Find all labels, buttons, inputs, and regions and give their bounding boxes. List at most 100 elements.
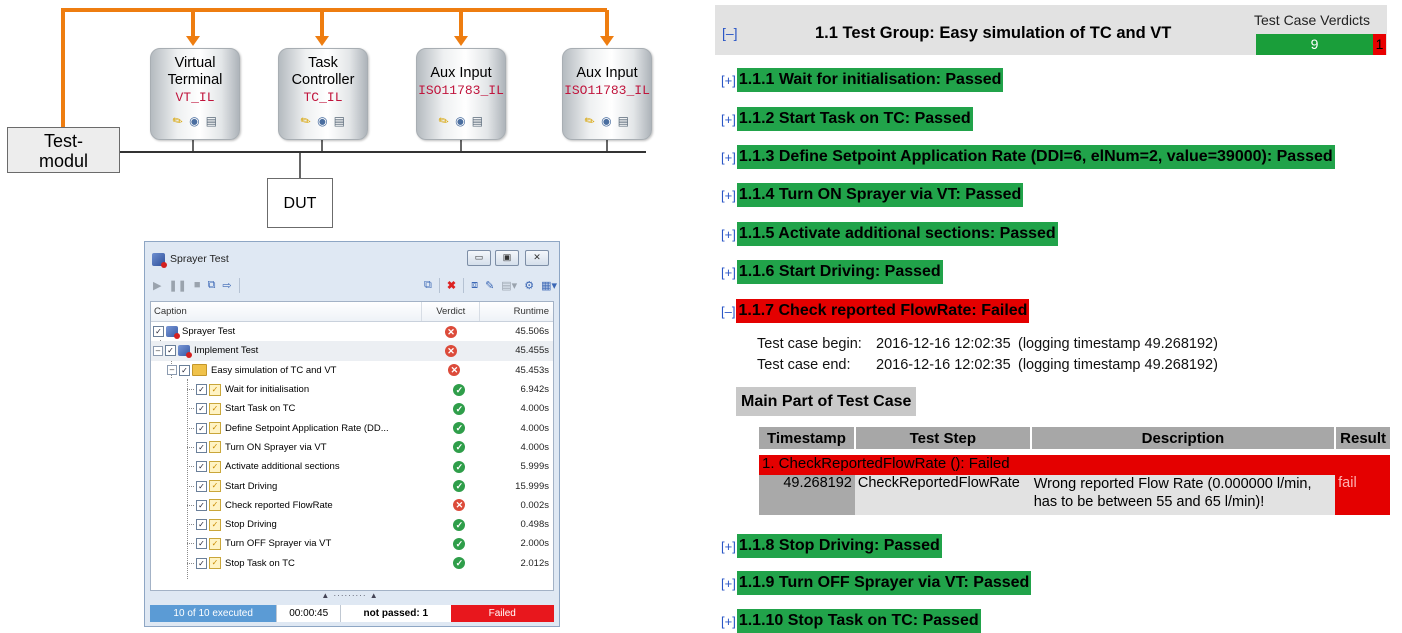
tree-row[interactable]: ✓ ✓ Wait for initialisation ✓ 6.942s xyxy=(151,380,553,399)
test-group-title: 1.1 Test Group: Easy simulation of TC an… xyxy=(815,24,1172,42)
header-result: Result xyxy=(1335,427,1390,449)
pencil-icon[interactable]: ✎ xyxy=(435,112,452,132)
expand-link[interactable]: [+] xyxy=(721,614,736,629)
options-icon[interactable]: ▦▾ xyxy=(541,279,557,292)
checkbox[interactable]: ✓ xyxy=(179,364,190,376)
copy-icon[interactable]: ⧈ xyxy=(471,279,478,292)
column-runtime[interactable]: Runtime xyxy=(480,302,553,321)
window-titlebar[interactable]: Sprayer Test xyxy=(152,251,229,268)
pencil-icon[interactable]: ✎ xyxy=(169,112,186,132)
splitter-handle[interactable]: ▲ ········· ▲ xyxy=(321,592,379,600)
collapse-link[interactable]: [–] xyxy=(721,304,735,319)
checkbox[interactable]: ✓ xyxy=(196,519,207,531)
maximize-button[interactable]: ▣ xyxy=(495,250,519,266)
tree-row[interactable]: ✓ ✓ Turn ON Sprayer via VT ✓ 4.000s xyxy=(151,438,553,457)
document-icon[interactable]: ▤ xyxy=(334,113,345,130)
checkbox[interactable]: ✓ xyxy=(196,441,207,453)
checkbox[interactable]: ✓ xyxy=(196,384,207,396)
document-icon[interactable]: ▤ xyxy=(472,113,483,130)
column-verdict[interactable]: Verdict xyxy=(422,302,481,321)
pencil-icon[interactable]: ✎ xyxy=(297,112,314,132)
disc-icon[interactable]: ◉ xyxy=(317,113,327,130)
edit-icon[interactable]: ✎ xyxy=(485,279,494,292)
next-icon[interactable]: ⇨ xyxy=(222,279,231,292)
disc-icon[interactable]: ◉ xyxy=(189,113,199,130)
collapse-group-link[interactable]: [–] xyxy=(722,25,738,41)
node-il-name: ISO11783_IL xyxy=(418,83,504,98)
checkbox[interactable]: ✓ xyxy=(165,345,176,357)
settings-icon[interactable]: ⚙ xyxy=(524,279,534,292)
checkbox[interactable]: ✓ xyxy=(196,538,207,550)
pencil-icon[interactable]: ✎ xyxy=(581,112,598,132)
checkbox[interactable]: ✓ xyxy=(196,480,207,492)
checkbox[interactable]: ✓ xyxy=(196,461,207,473)
row-caption: Turn OFF Sprayer via VT xyxy=(225,538,332,550)
fail-icon: ✕ xyxy=(444,325,457,338)
report-icon[interactable]: ▤▾ xyxy=(501,279,517,292)
stop-icon[interactable]: ■ xyxy=(194,279,201,291)
tree-row[interactable]: ✓ ✓ Activate additional sections ✓ 5.999s xyxy=(151,457,553,476)
row-runtime: 45.506s xyxy=(515,326,549,338)
test-case-icon: ✓ xyxy=(209,422,221,435)
verdict-summary-bar: 9 1 xyxy=(1256,34,1386,55)
step-result: fail xyxy=(1335,475,1390,515)
checkbox[interactable]: ✓ xyxy=(196,557,207,569)
failed-count: 1 xyxy=(1373,34,1386,55)
tree-row[interactable]: ✓ ✓ Start Task on TC ✓ 4.000s xyxy=(151,399,553,418)
test-case-end: Test case end: 2016-12-16 12:02:35 (loggin… xyxy=(757,357,1218,373)
tree-row[interactable]: ✓ ✓ Check reported FlowRate ✕ 0.002s xyxy=(151,496,553,515)
tree-row[interactable]: ✓ ✓ Stop Driving ✓ 0.498s xyxy=(151,515,553,534)
pause-icon[interactable]: ❚❚ xyxy=(168,279,186,292)
begin-label: Test case begin: xyxy=(757,336,862,352)
expand-link[interactable]: [+] xyxy=(721,265,736,280)
disc-icon[interactable]: ◉ xyxy=(601,113,611,130)
tree-row[interactable]: ✓ Sprayer Test ✕ 45.506s xyxy=(151,322,553,341)
failed-step-title: 1. CheckReportedFlowRate (): Failed xyxy=(759,455,1390,475)
row-runtime: 0.002s xyxy=(520,499,549,511)
test-case-label: 1.1.3 Define Setpoint Application Rate (… xyxy=(736,145,1335,169)
row-caption: Easy simulation of TC and VT xyxy=(211,364,337,376)
expand-link[interactable]: [+] xyxy=(721,539,736,554)
play-icon[interactable]: ▶ xyxy=(153,279,161,292)
disc-icon[interactable]: ◉ xyxy=(455,113,465,130)
checkbox[interactable]: ✓ xyxy=(196,422,207,434)
document-icon[interactable]: ▤ xyxy=(618,113,629,130)
close-button[interactable]: ✕ xyxy=(525,250,549,266)
node-subtitle: Controller xyxy=(291,72,355,88)
checkbox[interactable]: ✓ xyxy=(196,403,207,415)
test-case-label: 1.1.2 Start Task on TC: Passed xyxy=(736,107,973,131)
collapse-icon[interactable]: – xyxy=(153,345,163,356)
tree-row[interactable]: ✓ ✓ Turn OFF Sprayer via VT ✓ 2.000s xyxy=(151,534,553,553)
document-icon[interactable]: ▤ xyxy=(206,113,217,130)
checkbox[interactable]: ✓ xyxy=(153,326,164,338)
end-value: 2016-12-16 12:02:35 xyxy=(876,357,1011,373)
tree-row[interactable]: – ✓ Implement Test ✕ 45.455s xyxy=(151,341,553,361)
node-title: Task xyxy=(308,55,338,71)
row-caption: Sprayer Test xyxy=(182,326,236,338)
tree-row[interactable]: ✓ ✓ Start Driving ✓ 15.999s xyxy=(151,476,553,495)
add-icon[interactable]: ⧉ xyxy=(424,279,432,292)
overall-result: Failed xyxy=(450,605,554,622)
pass-icon: ✓ xyxy=(453,460,466,473)
fail-icon: ✕ xyxy=(448,364,461,377)
expand-link[interactable]: [+] xyxy=(721,576,736,591)
tree-row[interactable]: – ✓ Easy simulation of TC and VT ✕ 45.453s xyxy=(151,361,553,380)
expand-link[interactable]: [+] xyxy=(721,112,736,127)
row-caption: Start Task on TC xyxy=(225,403,296,415)
expand-link[interactable]: [+] xyxy=(721,227,736,242)
checkbox[interactable]: ✓ xyxy=(196,499,207,511)
header-test-step: Test Step xyxy=(854,427,1032,449)
test-case-item: [+] 1.1.9 Turn OFF Sprayer via VT: Passe… xyxy=(721,571,1032,595)
collapse-icon[interactable]: – xyxy=(167,365,177,376)
expand-link[interactable]: [+] xyxy=(721,150,736,165)
step-icon[interactable]: ⧉ xyxy=(208,279,216,292)
expand-link[interactable]: [+] xyxy=(721,73,736,88)
delete-icon[interactable]: ✖ xyxy=(447,279,456,292)
tree-row[interactable]: ✓ ✓ Stop Task on TC ✓ 2.012s xyxy=(151,554,553,573)
expand-link[interactable]: [+] xyxy=(721,188,736,203)
minimize-button[interactable]: ▭ xyxy=(467,250,491,266)
column-caption[interactable]: Caption xyxy=(151,302,423,321)
row-caption: Turn ON Sprayer via VT xyxy=(225,441,327,453)
test-tree-grid: Caption Verdict Runtime ✓ Sprayer Test ✕ … xyxy=(150,301,554,591)
tree-row[interactable]: ✓ ✓ Define Setpoint Application Rate (DD..… xyxy=(151,418,553,437)
